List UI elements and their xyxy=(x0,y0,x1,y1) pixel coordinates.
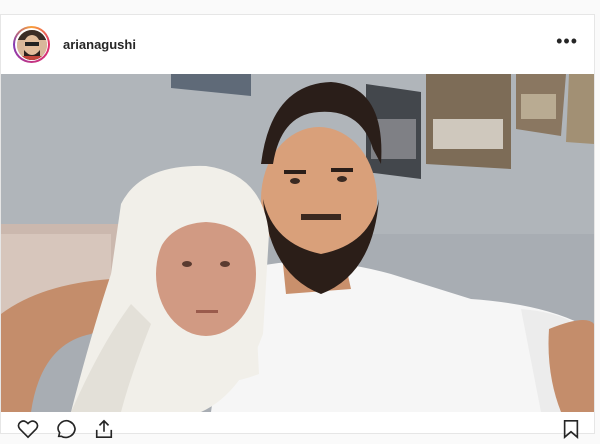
post-actions xyxy=(1,414,594,439)
avatar-image xyxy=(16,29,47,60)
comment-icon[interactable] xyxy=(55,419,77,444)
post-photo[interactable] xyxy=(1,74,594,412)
avatar[interactable] xyxy=(16,29,47,60)
avatar-ring[interactable] xyxy=(13,26,50,63)
share-icon[interactable] xyxy=(93,419,115,444)
more-options-icon[interactable]: ••• xyxy=(556,31,578,52)
avatar-frame xyxy=(15,28,48,61)
photo-illustration xyxy=(1,74,594,412)
bookmark-icon[interactable] xyxy=(561,419,581,444)
heart-icon[interactable] xyxy=(17,419,39,444)
username-link[interactable]: arianagushi xyxy=(63,37,136,52)
post-card: arianagushi ••• xyxy=(0,14,595,439)
post-header: arianagushi ••• xyxy=(1,15,594,75)
